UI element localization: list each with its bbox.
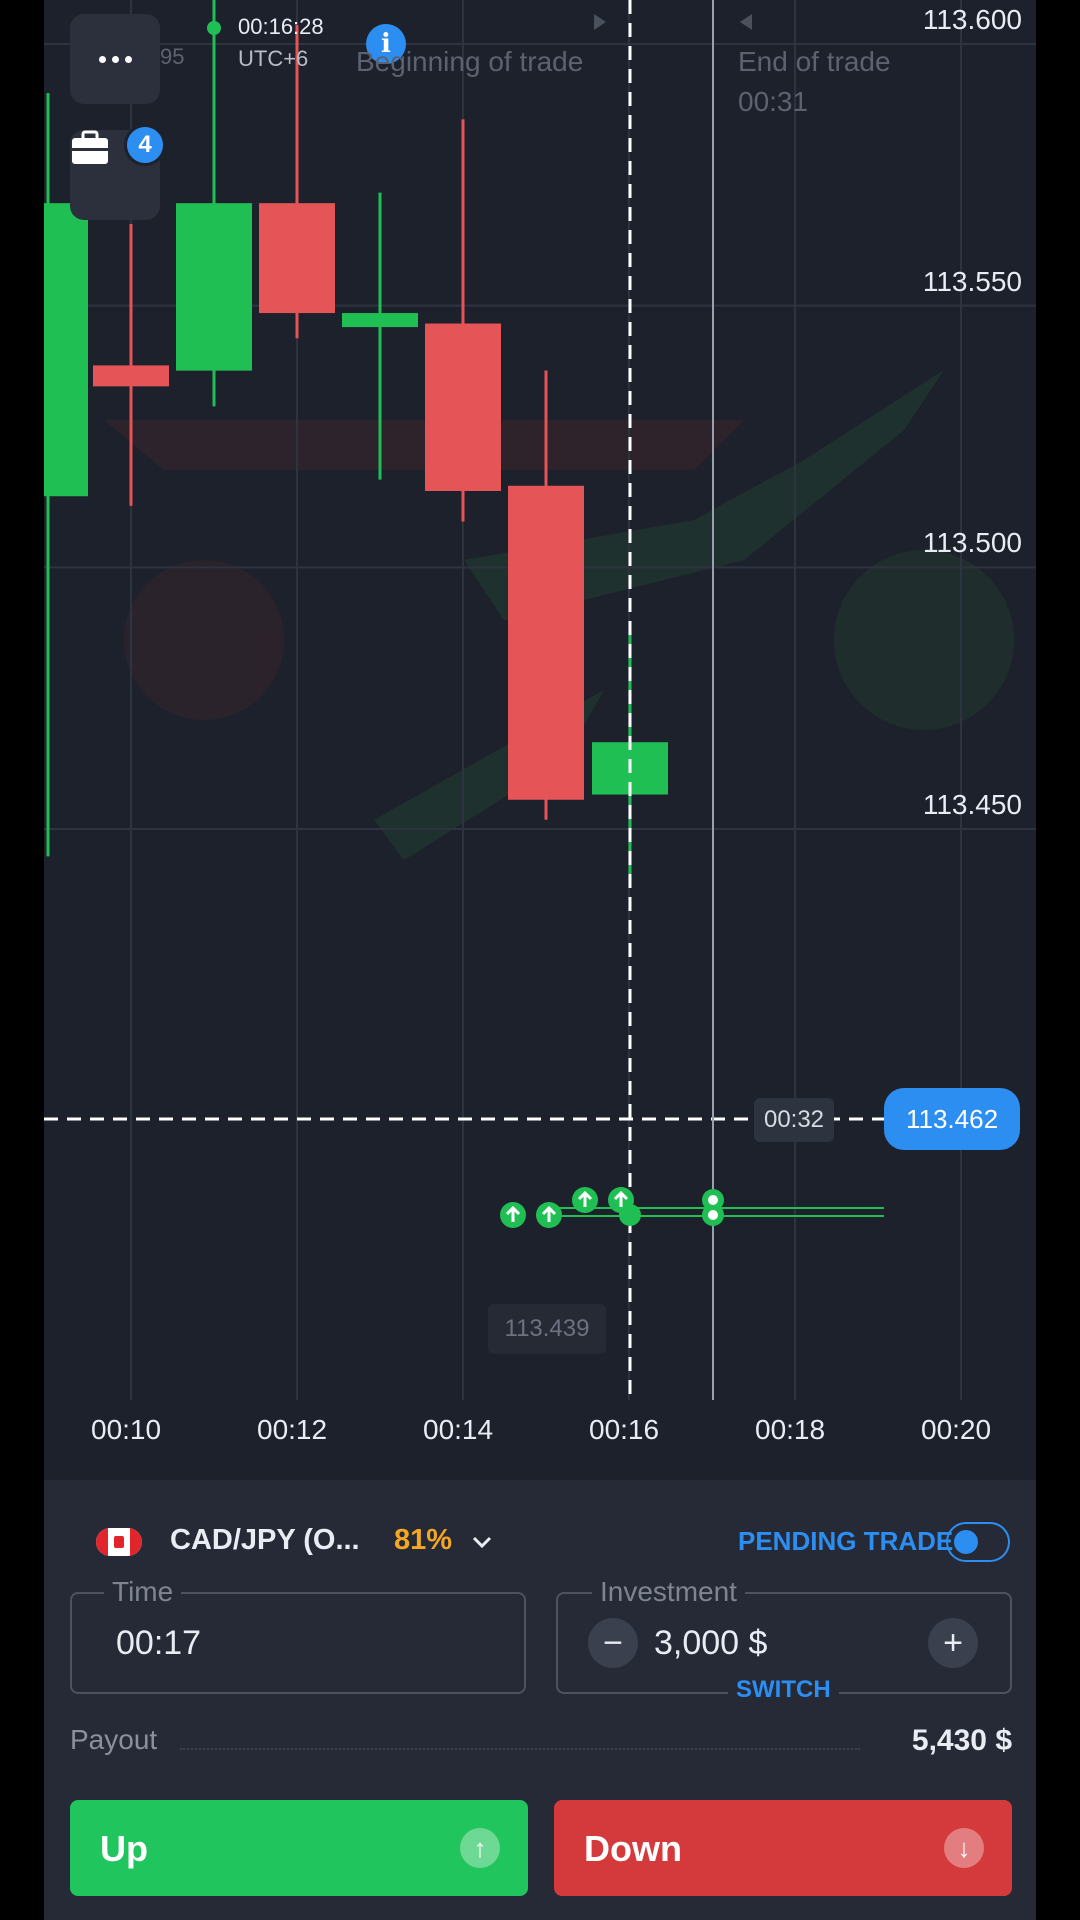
- investment-value[interactable]: 3,000 $: [654, 1624, 767, 1663]
- up-label: Up: [100, 1828, 148, 1869]
- toggle-icon: [954, 1530, 978, 1554]
- x-tick-label: 00:10: [91, 1414, 162, 1445]
- candle-body: [93, 365, 169, 387]
- investment-field[interactable]: Investment − 3,000 $ + SWITCH: [556, 1576, 1012, 1704]
- x-tick-label: 00:18: [755, 1414, 826, 1445]
- briefcase-icon: [72, 130, 108, 164]
- beginning-marker-icon: [594, 14, 606, 30]
- payout-value: 5,430 $: [911, 1724, 1012, 1757]
- x-tick-label: 00:20: [921, 1414, 992, 1445]
- arrow-up-icon: ↑: [460, 1828, 500, 1868]
- time-value[interactable]: 00:17: [116, 1624, 201, 1663]
- time-left-tag: 00:32: [754, 1098, 834, 1142]
- investment-legend: Investment: [592, 1576, 745, 1608]
- candle-body: [259, 203, 335, 314]
- down-button[interactable]: Down ↓: [554, 1800, 1012, 1896]
- candle-body: [425, 323, 501, 491]
- canada-flag-icon: [96, 1528, 142, 1556]
- x-tick-label: 00:14: [423, 1414, 494, 1445]
- time-field[interactable]: Time 00:17: [70, 1576, 526, 1694]
- more-icon-dot: [124, 55, 132, 63]
- pending-trade-toggle[interactable]: [946, 1522, 1010, 1562]
- more-icon: [98, 55, 106, 63]
- increase-investment-button[interactable]: +: [928, 1618, 978, 1668]
- pending-trade-label: PENDING TRADE: [738, 1526, 954, 1556]
- clipped-value: 95: [160, 44, 185, 69]
- candle-body: [44, 203, 88, 497]
- candle-body: [176, 203, 252, 371]
- trade-panel: CAD/JPY (O... 81% PENDING TRADE Time 00:…: [44, 1480, 1036, 1920]
- up-button[interactable]: Up ↑: [70, 1800, 528, 1896]
- clock-time: 00:16:28: [238, 14, 324, 39]
- y-tick-label: 113.600: [922, 4, 1022, 35]
- end-marker-icon: [740, 14, 752, 30]
- asset-payout-percent: 81%: [394, 1524, 453, 1556]
- candle-body: [342, 313, 418, 328]
- time-legend: Time: [104, 1576, 182, 1608]
- asset-name[interactable]: CAD/JPY (O...: [170, 1524, 360, 1557]
- end-of-trade-label: End of trade: [738, 46, 891, 77]
- price-chart[interactable]: 95 00:16:28 UTC+6 i Beginning of trade E…: [44, 0, 1036, 1480]
- end-of-trade-countdown: 00:31: [738, 86, 809, 117]
- down-label: Down: [584, 1828, 682, 1869]
- arrow-down-icon: ↓: [944, 1828, 984, 1868]
- y-tick-label: 113.550: [922, 265, 1022, 297]
- payout-label: Payout: [70, 1724, 158, 1755]
- portfolio-count-badge: 4: [124, 124, 166, 166]
- payout-divider: [180, 1748, 860, 1750]
- x-tick-label: 00:12: [257, 1414, 328, 1445]
- low-price-tag: 113.439: [488, 1304, 606, 1354]
- chart-canvas: [44, 0, 1036, 1400]
- x-tick-label: 00:16: [589, 1414, 660, 1445]
- beginning-of-trade-label: Beginning of trade: [356, 46, 584, 77]
- online-dot-icon: [207, 21, 221, 35]
- current-price-tag: 113.462: [884, 1088, 1020, 1150]
- y-tick-label: 113.500: [922, 527, 1022, 559]
- timezone: UTC+6: [238, 46, 309, 71]
- decrease-investment-button[interactable]: −: [588, 1618, 638, 1668]
- y-tick-label: 113.450: [922, 789, 1022, 820]
- more-menu-button[interactable]: [70, 14, 160, 104]
- chevron-down-icon[interactable]: [470, 1532, 494, 1552]
- switch-button[interactable]: SWITCH: [728, 1676, 839, 1704]
- more-icon-dot: [111, 55, 119, 63]
- trading-app: 95 00:16:28 UTC+6 i Beginning of trade E…: [44, 0, 1036, 1920]
- candle-body: [508, 485, 584, 800]
